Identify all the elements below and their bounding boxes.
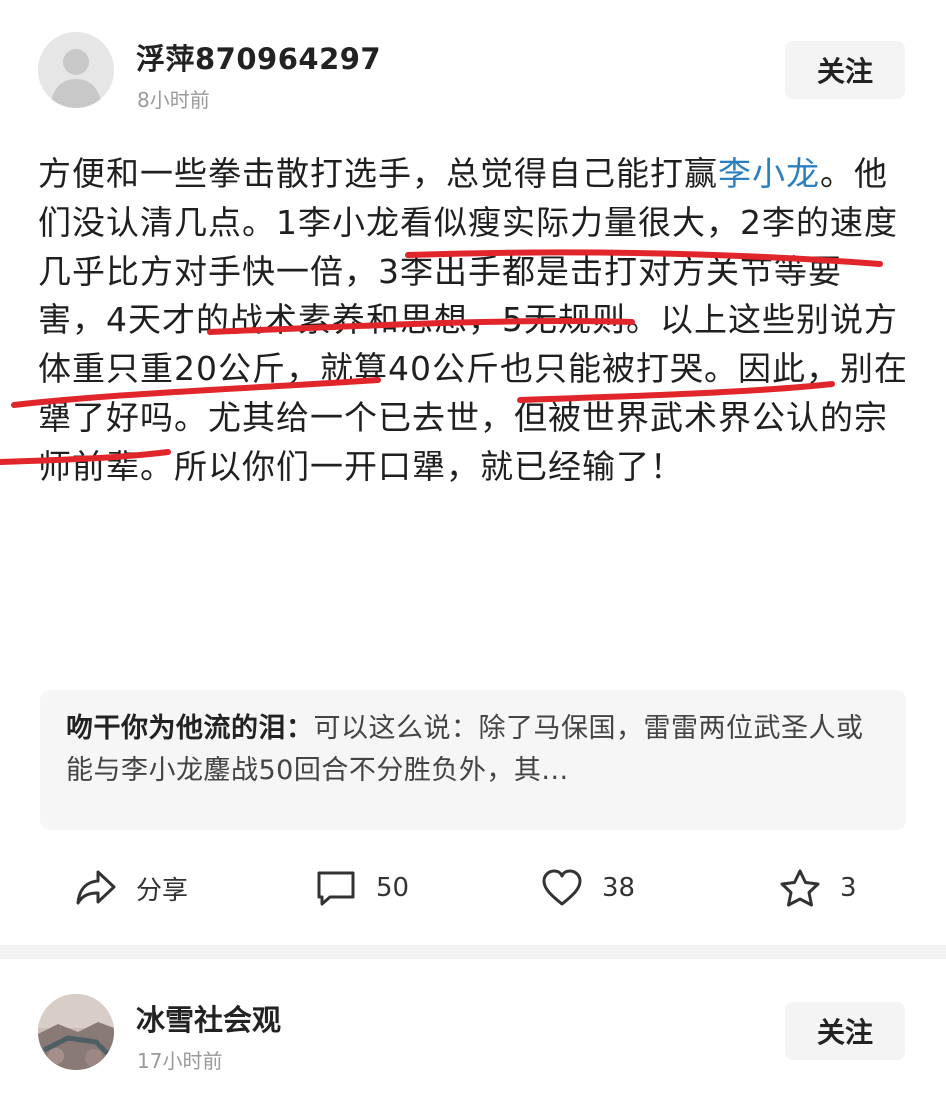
- like-button[interactable]: 38: [540, 866, 635, 910]
- share-button[interactable]: 分享: [74, 866, 188, 910]
- post-card: 浮萍870964297 8小时前 关注 方便和一些拳击散打选手，总觉得自己能打赢…: [0, 0, 946, 945]
- action-bar: 分享 50 38 3: [0, 858, 946, 918]
- next-post-card: 冰雪社会观 17小时前 关注: [0, 959, 946, 1117]
- favorite-button[interactable]: 3: [778, 866, 857, 910]
- post-content: 方便和一些拳击散打选手，总觉得自己能打赢李小龙。他们没认清几点。1李小龙看似瘦实…: [38, 150, 908, 492]
- user-avatar[interactable]: [38, 32, 114, 108]
- comment-icon: [317, 871, 355, 906]
- top-comment[interactable]: 吻干你为他流的泪：可以这么说：除了马保国，雷雷两位武圣人或能与李小龙鏖战50回合…: [40, 690, 906, 830]
- share-icon: [76, 870, 116, 905]
- username[interactable]: 浮萍870964297: [136, 36, 381, 78]
- comment-text: 吻干你为他流的泪：可以这么说：除了马保国，雷雷两位武圣人或能与李小龙鏖战50回合…: [66, 708, 876, 792]
- comment-author[interactable]: 吻干你为他流的泪：: [66, 713, 314, 744]
- follow-button[interactable]: 关注: [785, 1002, 905, 1060]
- heart-icon: [542, 869, 582, 906]
- content-text-2: 。他们没认清几点。1李小龙看似瘦实际力量很大，2李的速度几乎比方对手快一倍，3李…: [38, 154, 908, 486]
- post-time: 17小时前: [137, 1049, 223, 1073]
- comment-button[interactable]: 50: [314, 866, 409, 910]
- content-text-1: 方便和一些拳击散打选手，总觉得自己能打赢: [38, 154, 718, 193]
- follow-button[interactable]: 关注: [785, 41, 905, 99]
- username[interactable]: 冰雪社会观: [136, 997, 281, 1039]
- likes-count: 38: [602, 873, 636, 903]
- favorites-count: 3: [840, 873, 857, 903]
- comments-count: 50: [376, 873, 410, 903]
- post-divider: [0, 945, 946, 959]
- default-avatar-icon: [38, 32, 114, 108]
- star-icon: [780, 869, 820, 907]
- share-label: 分享: [136, 875, 189, 906]
- topic-link[interactable]: 李小龙: [718, 154, 820, 193]
- post-time: 8小时前: [137, 88, 210, 112]
- photo-avatar-icon: [38, 994, 114, 1070]
- user-avatar[interactable]: [38, 994, 114, 1070]
